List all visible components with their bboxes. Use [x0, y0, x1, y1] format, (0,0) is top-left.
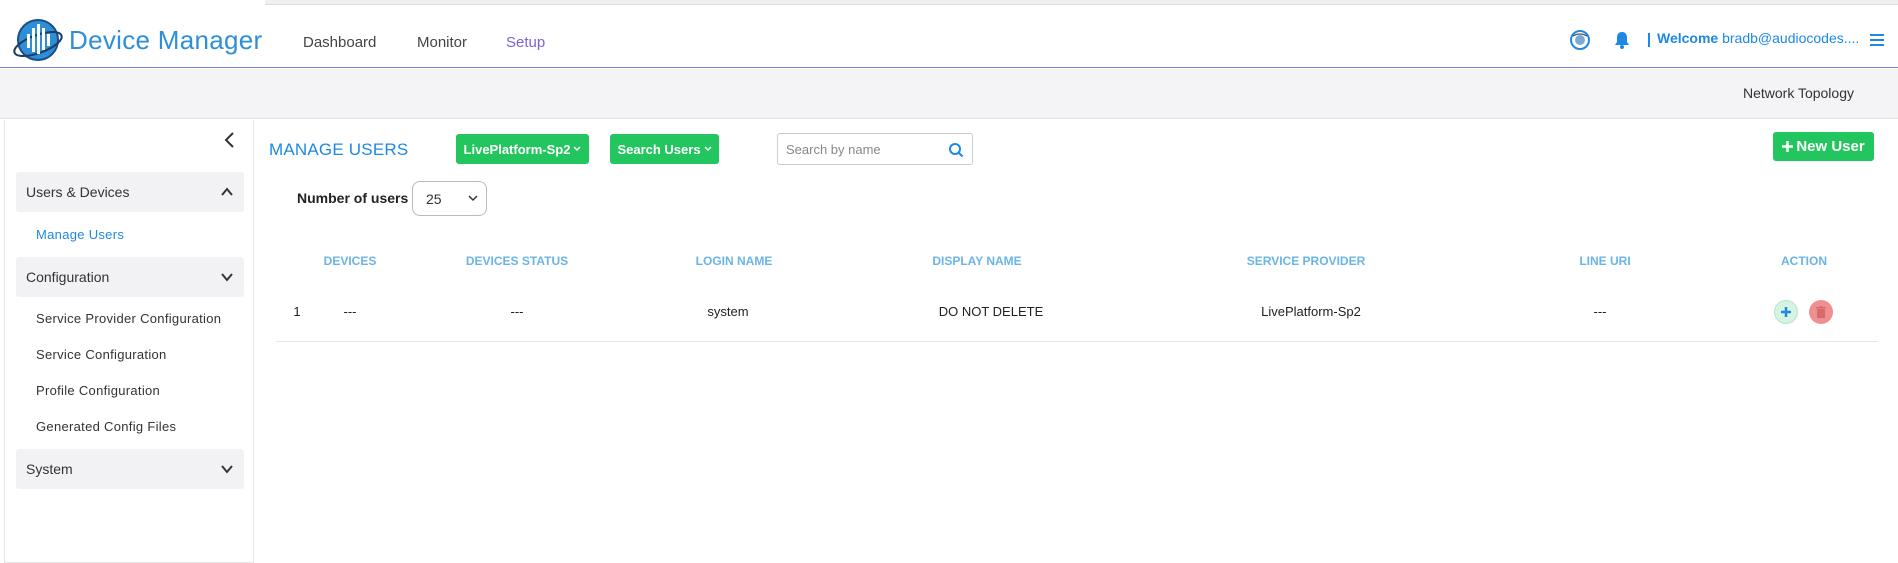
delete-user-button[interactable] [1809, 300, 1833, 324]
search-icon[interactable] [948, 142, 964, 158]
chevron-down-icon [221, 273, 233, 282]
new-user-label: New User [1796, 138, 1865, 155]
search-users-label: Search Users [617, 141, 701, 157]
cell-display-name: DO NOT DELETE [938, 304, 1044, 319]
column-header-action: ACTION [1781, 254, 1827, 268]
column-header-display-name[interactable]: DISPLAY NAME [932, 254, 1021, 268]
section-label: Configuration [26, 269, 110, 285]
nav-setup[interactable]: Setup [506, 34, 545, 51]
collapse-sidebar-icon[interactable] [220, 130, 240, 150]
tenant-button-label: LivePlatform-Sp2 [463, 141, 571, 157]
secondary-bar: Network Topology [0, 69, 1898, 119]
column-header-devices-status[interactable]: DEVICES STATUS [466, 254, 568, 268]
section-label: System [26, 461, 73, 477]
cell-login-name: system [707, 304, 749, 319]
chevron-down-icon [468, 195, 478, 202]
sidebar-section-users-devices[interactable]: Users & Devices [16, 172, 244, 212]
sidebar-item-generated-config-files[interactable]: Generated Config Files [36, 419, 176, 434]
sidebar-item-service-configuration[interactable]: Service Configuration [36, 347, 167, 362]
column-header-service-provider[interactable]: SERVICE PROVIDER [1247, 254, 1365, 268]
cell-devices: --- [343, 304, 357, 319]
user-email: bradb@audiocodes.... [1722, 30, 1860, 46]
chevron-down-icon [221, 465, 233, 474]
hamburger-menu-icon[interactable] [1864, 27, 1890, 53]
cell-service-provider: LivePlatform-Sp2 [1261, 304, 1361, 319]
number-of-users-label: Number of users [297, 190, 409, 206]
device-manager-logo[interactable] [12, 14, 64, 66]
column-header-devices[interactable]: DEVICES [324, 254, 377, 268]
search-input[interactable] [786, 140, 946, 158]
add-device-button[interactable] [1774, 300, 1798, 324]
number-of-users-value: 25 [426, 191, 442, 207]
sidebar-item-service-provider-configuration[interactable]: Service Provider Configuration [36, 311, 221, 326]
nav-monitor[interactable]: Monitor [417, 34, 467, 51]
new-user-button[interactable]: New User [1773, 132, 1874, 161]
welcome-label: Welcome [1657, 30, 1719, 46]
number-of-users-select[interactable]: 25 [412, 181, 487, 216]
brand-title: Device Manager [69, 25, 263, 55]
app-header: Device Manager Dashboard Monitor Setup W… [0, 6, 1898, 68]
bell-icon[interactable] [1609, 27, 1635, 53]
chevron-up-icon [221, 187, 233, 196]
search-box [777, 133, 973, 165]
row-index: 1 [293, 304, 301, 319]
section-label: Users & Devices [26, 184, 130, 200]
caret-down-icon [573, 146, 581, 152]
caret-down-icon [704, 146, 712, 152]
nav-dashboard[interactable]: Dashboard [303, 34, 376, 51]
sidebar-section-configuration[interactable]: Configuration [16, 257, 244, 297]
horizontal-scrollbar[interactable] [265, 0, 1898, 5]
welcome-user[interactable]: Welcome bradb@audiocodes.... [1657, 30, 1859, 46]
page-title: MANAGE USERS [269, 140, 409, 159]
row-divider [276, 341, 1878, 342]
tenant-dropdown-button[interactable]: LivePlatform-Sp2 [456, 134, 589, 164]
cell-line-uri: --- [1593, 304, 1607, 319]
column-header-login-name[interactable]: LOGIN NAME [696, 254, 773, 268]
plus-icon [1782, 141, 1794, 152]
sidebar-item-profile-configuration[interactable]: Profile Configuration [36, 383, 160, 398]
cell-devices-status: --- [510, 304, 524, 319]
sidebar-section-system[interactable]: System [16, 449, 244, 489]
sidebar: Users & Devices Manage Users Configurati… [4, 120, 254, 563]
search-users-button[interactable]: Search Users [610, 134, 719, 164]
trash-icon [1816, 306, 1826, 318]
plus-icon [1781, 307, 1791, 317]
header-divider [1648, 33, 1650, 47]
globe-icon[interactable] [1567, 27, 1593, 53]
sidebar-item-manage-users[interactable]: Manage Users [36, 227, 124, 242]
column-header-line-uri[interactable]: LINE URI [1579, 254, 1630, 268]
network-topology-link[interactable]: Network Topology [1743, 85, 1854, 101]
